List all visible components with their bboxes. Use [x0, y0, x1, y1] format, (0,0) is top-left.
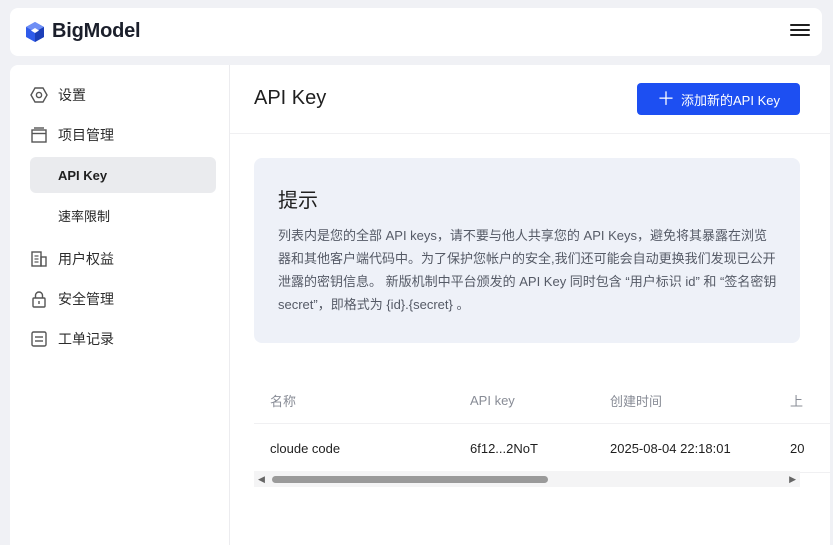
sidebar-item-label: 速率限制 [58, 208, 111, 224]
top-bar: BigModel [10, 8, 822, 56]
sidebar-item-tickets[interactable]: 工单记录 [30, 329, 114, 349]
project-window-icon [31, 127, 47, 143]
settings-hexagon-icon [30, 87, 48, 103]
cell-created-time: 2025-08-04 22:18:01 [610, 440, 731, 456]
page-header: API Key ＋ 添加新的API Key [230, 65, 830, 134]
add-api-key-button[interactable]: ＋ 添加新的API Key [637, 83, 800, 115]
sidebar-item-label: 用户权益 [58, 251, 114, 267]
brand-logo[interactable]: BigModel [24, 20, 141, 43]
sidebar-item-label: 设置 [58, 87, 86, 103]
sidebar: 设置 项目管理 API Key 速率限制 用户权益 安全管理 工单记录 [10, 65, 230, 545]
ticket-icon [31, 331, 47, 347]
lock-icon [32, 291, 46, 308]
table-header: 名称 API key 创建时间 上 [254, 377, 830, 424]
add-api-key-label: 添加新的API Key [681, 92, 780, 108]
scrollbar-thumb[interactable] [272, 476, 548, 483]
sidebar-item-project-management[interactable]: 项目管理 [30, 125, 114, 145]
page-title: API Key [254, 87, 327, 109]
cell-api-key: 6f12...2NoT [470, 440, 538, 456]
bigmodel-logo-icon [26, 21, 44, 42]
horizontal-scrollbar[interactable]: ◀ ▶ [254, 471, 800, 487]
sidebar-item-label: 安全管理 [58, 291, 114, 307]
sidebar-item-security[interactable]: 安全管理 [30, 289, 114, 309]
hamburger-menu-icon[interactable] [790, 22, 810, 40]
sidebar-item-label: API Key [58, 167, 108, 183]
api-key-table: 名称 API key 创建时间 上 cloude code 6f12...2No… [254, 377, 830, 473]
column-header-name: 名称 [270, 393, 297, 409]
sidebar-item-settings[interactable]: 设置 [30, 85, 86, 105]
scroll-right-icon[interactable]: ▶ [789, 474, 796, 485]
sidebar-item-rate-limit[interactable]: 速率限制 [30, 197, 216, 233]
main-panel: 设置 项目管理 API Key 速率限制 用户权益 安全管理 工单记录 API … [10, 65, 830, 545]
tip-box: 提示 列表内是您的全部 API keys，请不要与他人共享您的 API Keys… [254, 158, 800, 343]
sidebar-item-user-benefits[interactable]: 用户权益 [30, 249, 114, 269]
column-header-api-key: API key [470, 392, 515, 408]
sidebar-item-api-key[interactable]: API Key [30, 157, 216, 193]
tip-title: 提示 [278, 190, 318, 212]
cell-truncated: 20 [790, 440, 805, 456]
brand-name: BigModel [52, 20, 141, 42]
content-area: API Key ＋ 添加新的API Key 提示 列表内是您的全部 API ke… [230, 65, 830, 545]
tip-body: 列表内是您的全部 API keys，请不要与他人共享您的 API Keys，避免… [278, 228, 777, 312]
cell-name: cloude code [270, 440, 341, 456]
sidebar-item-label: 工单记录 [58, 331, 114, 347]
column-header-truncated: 上 [790, 393, 804, 409]
plus-icon: ＋ [657, 89, 676, 109]
building-icon [31, 251, 47, 267]
sidebar-item-label: 项目管理 [58, 127, 114, 143]
table-row[interactable]: cloude code 6f12...2NoT 2025-08-04 22:18… [254, 424, 830, 473]
column-header-created: 创建时间 [610, 393, 663, 409]
scroll-left-icon[interactable]: ◀ [258, 474, 265, 485]
